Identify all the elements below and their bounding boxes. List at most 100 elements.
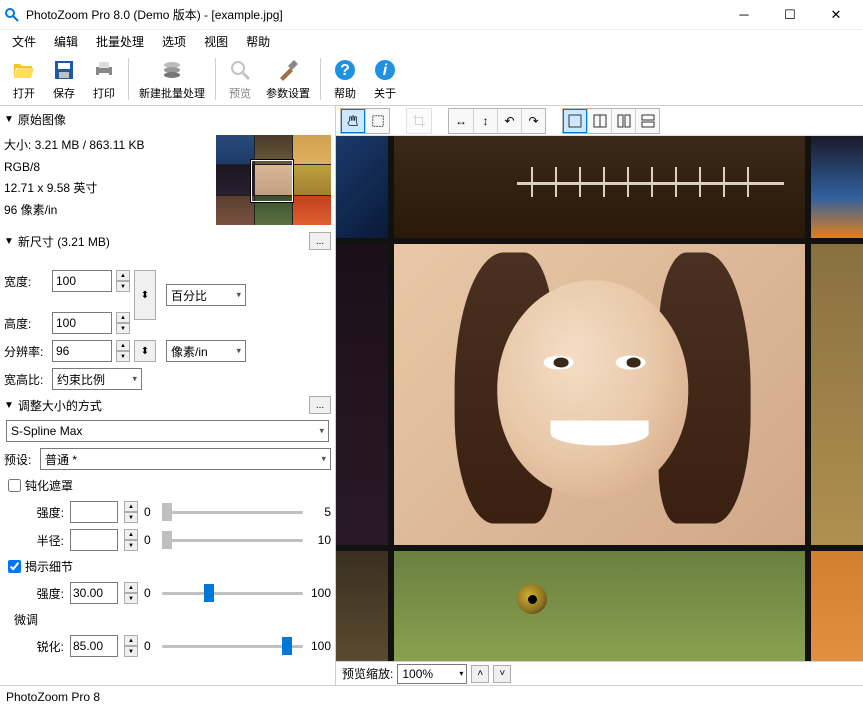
resolution-spinner[interactable]: ▲▼ [116, 340, 130, 362]
view-single[interactable] [563, 109, 587, 133]
original-info: 大小: 3.21 MB / 863.11 KB RGB/8 12.71 x 9.… [4, 135, 216, 225]
menu-view[interactable]: 视图 [196, 31, 236, 52]
toolbar-about[interactable]: i 关于 [365, 55, 405, 103]
unsharp-radius-slider[interactable] [162, 530, 303, 550]
triangle-down-icon: ▼ [4, 236, 14, 247]
toolbar-newbatch[interactable]: 新建批量处理 [133, 55, 211, 103]
rotate-right[interactable]: ↷ [521, 109, 545, 133]
preview-panel: ↔ ↕ ↶ ↷ [336, 106, 863, 685]
statusbar: PhotoZoom Pro 8 [0, 685, 863, 707]
menu-batch[interactable]: 批量处理 [88, 31, 152, 52]
flip-vertical[interactable]: ↕ [473, 109, 497, 133]
maximize-button[interactable]: ☐ [767, 0, 813, 30]
section-resize[interactable]: ▼ 调整大小的方式 ... [2, 393, 333, 417]
unsharp-checkbox[interactable] [8, 479, 21, 492]
reveal-strength-spinner[interactable]: ▲▼ [124, 582, 138, 604]
view-split-h[interactable] [635, 109, 659, 133]
app-icon [4, 7, 20, 23]
newsize-options-button[interactable]: ... [309, 232, 331, 250]
unsharp-label: 钝化遮罩 [25, 477, 73, 494]
preset-label: 预设: [4, 451, 36, 468]
toolbar-open[interactable]: 打开 [4, 55, 44, 103]
toolbar-preview[interactable]: 预览 [220, 55, 260, 103]
toolbar-print[interactable]: 打印 [84, 55, 124, 103]
unsharp-strength-spinner[interactable]: ▲▼ [124, 501, 138, 523]
fine-tune-label: 微调 [14, 611, 38, 628]
batch-icon [158, 57, 186, 83]
unsharp-strength-input[interactable] [70, 501, 118, 523]
width-spinner[interactable]: ▲▼ [116, 270, 130, 292]
magnifier-icon [226, 57, 254, 83]
preview-viewport[interactable] [336, 136, 863, 661]
unsharp-radius-spinner[interactable]: ▲▼ [124, 529, 138, 551]
hand-tool[interactable] [341, 109, 365, 133]
height-input[interactable] [52, 312, 112, 334]
sharpen-spinner[interactable]: ▲▼ [124, 635, 138, 657]
sharpen-input[interactable] [70, 635, 118, 657]
main-toolbar: 打开 保存 打印 新建批量处理 预览 参数设置 ? 帮助 i 关于 [0, 52, 863, 106]
height-label: 高度: [4, 315, 48, 332]
main-area: ▼ 原始图像 大小: 3.21 MB / 863.11 KB RGB/8 12.… [0, 106, 863, 685]
resize-method-combo[interactable]: S-Spline Max [6, 420, 329, 442]
triangle-down-icon: ▼ [4, 114, 14, 125]
unsharp-strength-slider[interactable] [162, 502, 303, 522]
menu-options[interactable]: 选项 [154, 31, 194, 52]
section-newsize[interactable]: ▼ 新尺寸 (3.21 MB) ... [2, 229, 333, 253]
status-text: PhotoZoom Pro 8 [6, 690, 100, 704]
zoom-out-button[interactable]: ˅ [493, 665, 511, 683]
aspect-combo[interactable]: 约束比例 [52, 368, 142, 390]
reveal-label: 揭示细节 [25, 558, 73, 575]
resize-options-button[interactable]: ... [309, 396, 331, 414]
window-titlebar: PhotoZoom Pro 8.0 (Demo 版本) - [example.j… [0, 0, 863, 30]
reveal-strength-slider[interactable] [162, 583, 303, 603]
rotate-left[interactable]: ↶ [497, 109, 521, 133]
menubar: 文件 编辑 批量处理 选项 视图 帮助 [0, 30, 863, 52]
toolbar-save[interactable]: 保存 [44, 55, 84, 103]
close-button[interactable]: ✕ [813, 0, 859, 30]
svg-text:?: ? [340, 62, 350, 79]
unsharp-radius-input[interactable] [70, 529, 118, 551]
menu-file[interactable]: 文件 [4, 31, 44, 52]
menu-edit[interactable]: 编辑 [46, 31, 86, 52]
zoom-in-button[interactable]: ˄ [471, 665, 489, 683]
flip-horizontal[interactable]: ↔ [449, 109, 473, 133]
preview-zoom-bar: 预览缩放: 100% ˄ ˅ [336, 661, 863, 685]
resolution-unit-combo[interactable]: 像素/in [166, 340, 246, 362]
section-original[interactable]: ▼ 原始图像 [2, 108, 333, 131]
resolution-input[interactable] [52, 340, 112, 362]
view-split-center[interactable] [587, 109, 611, 133]
svg-text:i: i [383, 62, 388, 79]
minimize-button[interactable]: ─ [721, 0, 767, 30]
window-title: PhotoZoom Pro 8.0 (Demo 版本) - [example.j… [26, 6, 721, 23]
reveal-strength-input[interactable] [70, 582, 118, 604]
preview-toolbar: ↔ ↕ ↶ ↷ [336, 106, 863, 136]
triangle-down-icon: ▼ [4, 400, 14, 411]
sharpen-slider[interactable] [162, 636, 303, 656]
link-wh-button[interactable]: ⬍ [134, 270, 156, 320]
width-input[interactable] [52, 270, 112, 292]
toolbar-params[interactable]: 参数设置 [260, 55, 316, 103]
floppy-disk-icon [50, 57, 78, 83]
width-label: 宽度: [4, 273, 48, 290]
zoom-combo[interactable]: 100% [397, 664, 467, 684]
aspect-label: 宽高比: [4, 371, 48, 388]
zoom-label: 预览缩放: [342, 665, 393, 682]
menu-help[interactable]: 帮助 [238, 31, 278, 52]
toolbar-help[interactable]: ? 帮助 [325, 55, 365, 103]
original-dims: 12.71 x 9.58 英寸 [4, 178, 216, 200]
marquee-tool[interactable] [365, 109, 389, 133]
view-split-v[interactable] [611, 109, 635, 133]
crop-tool[interactable] [407, 109, 431, 133]
reveal-checkbox[interactable] [8, 560, 21, 573]
link-res-button[interactable]: ⬍ [134, 340, 156, 362]
height-spinner[interactable]: ▲▼ [116, 312, 130, 334]
original-dpi: 96 像素/in [4, 200, 216, 222]
preset-combo[interactable]: 普通 * [40, 448, 331, 470]
tools-icon [274, 57, 302, 83]
resolution-label: 分辨率: [4, 343, 48, 360]
printer-icon [90, 57, 118, 83]
info-icon: i [371, 57, 399, 83]
thumbnail-navigator[interactable] [216, 135, 331, 225]
original-size: 大小: 3.21 MB / 863.11 KB [4, 135, 216, 157]
unit-combo[interactable]: 百分比 [166, 284, 246, 306]
